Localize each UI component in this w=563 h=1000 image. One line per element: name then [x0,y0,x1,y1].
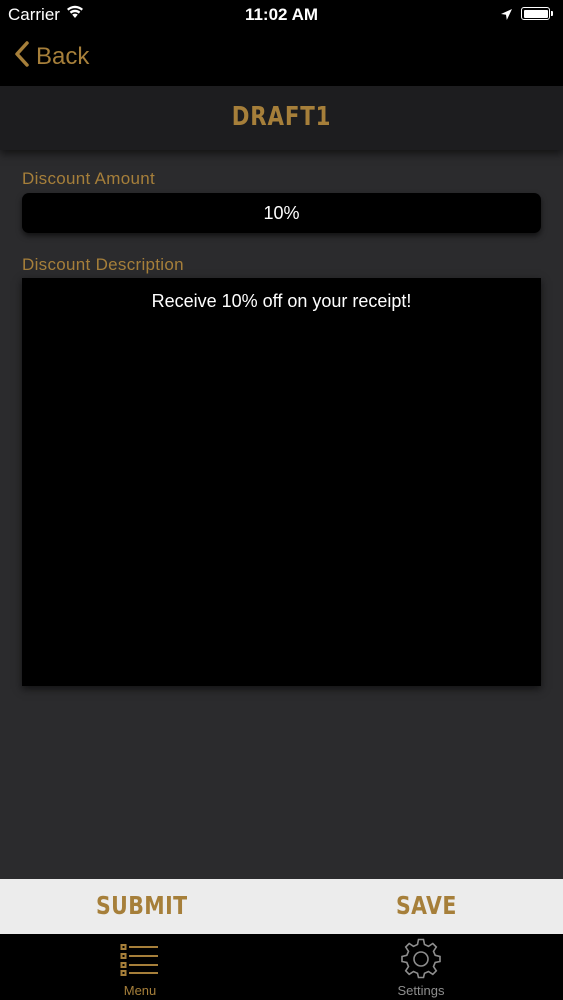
discount-description-label: Discount Description [22,255,184,274]
tab-menu[interactable]: Menu [70,934,210,1000]
back-button[interactable]: Back [14,40,89,74]
location-arrow-icon [500,6,513,26]
title-bar: DRAFT1 [0,86,563,150]
save-button[interactable]: SAVE [396,891,457,920]
chevron-left-icon [14,40,36,75]
tab-menu-label: Menu [123,983,157,998]
list-icon [120,942,160,981]
battery-icon [521,7,553,20]
discount-amount-input[interactable]: 10% [22,193,541,233]
back-label: Back [36,43,90,70]
submit-button[interactable]: SUBMIT [96,891,188,920]
discount-description-text: Receive 10% off on your receipt! [151,291,412,311]
action-bar: SUBMIT SAVE [0,879,563,934]
discount-amount-label: Discount Amount [22,169,156,188]
status-bar: Carrier 11:02 AM [0,0,563,28]
discount-description-textarea[interactable]: Receive 10% off on your receipt! [22,278,541,686]
page-title: DRAFT1 [231,102,332,132]
tab-settings[interactable]: Settings [351,934,491,1000]
tab-bar: Menu Settings [0,934,563,1000]
tab-settings-label: Settings [397,983,445,998]
gear-icon [400,938,442,985]
navigation-bar: Back [0,28,563,86]
status-time: 11:02 AM [244,5,319,24]
